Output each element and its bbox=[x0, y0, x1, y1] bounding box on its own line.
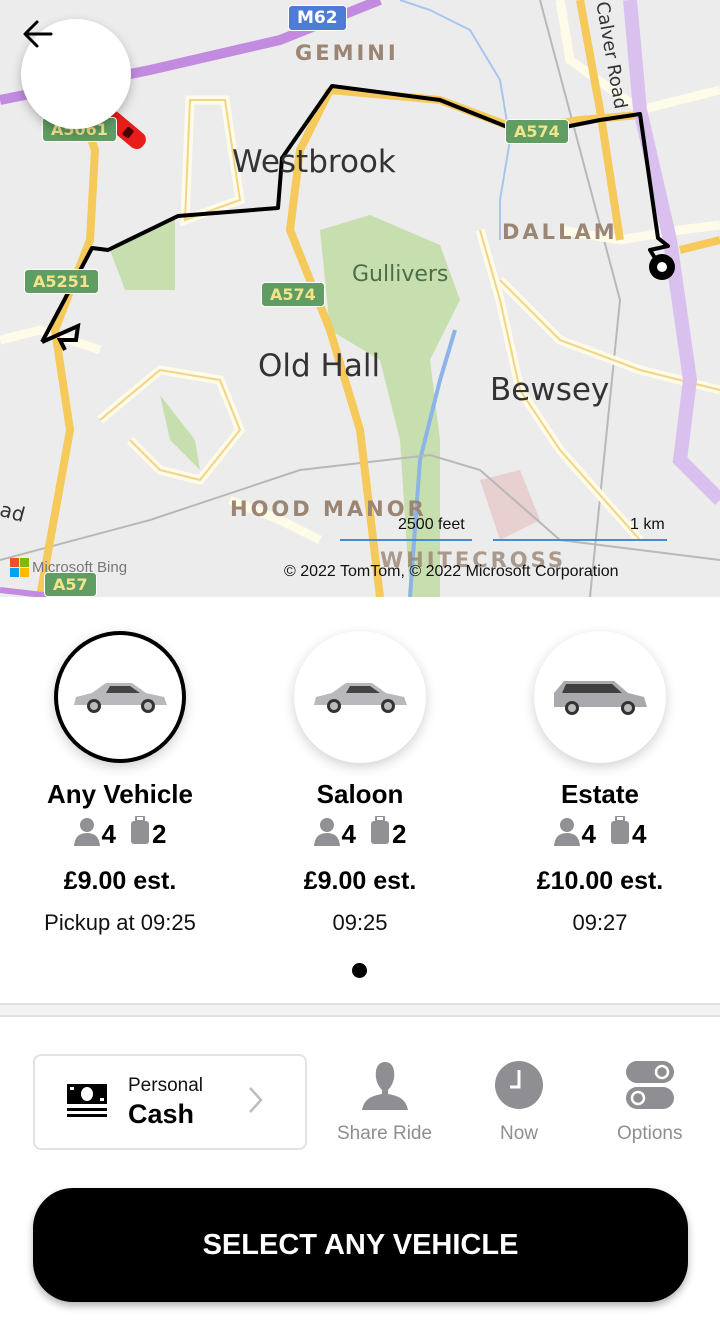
luggage-icon bbox=[610, 815, 630, 853]
person-icon bbox=[360, 1060, 410, 1115]
toggles-icon bbox=[625, 1060, 675, 1115]
vehicle-pickup-time: 09:27 bbox=[572, 910, 628, 935]
map-attribution: © 2022 TomTom, © 2022 Microsoft Corporat… bbox=[284, 563, 619, 580]
map-label: DALLAM bbox=[502, 220, 618, 244]
vehicle-price: £9.00 est. bbox=[303, 867, 417, 895]
vehicle-image-frame bbox=[294, 631, 426, 763]
options-label: Options bbox=[617, 1123, 683, 1144]
payment-text: Personal Cash bbox=[128, 1075, 203, 1130]
vehicle-name: Any Vehicle bbox=[47, 779, 193, 809]
park-area bbox=[110, 215, 175, 290]
clock-icon bbox=[494, 1060, 544, 1115]
motorway bbox=[623, 0, 720, 505]
vehicle-capacity: 4 2 bbox=[313, 815, 407, 853]
vehicle-pickup-time: 09:25 bbox=[332, 910, 388, 935]
scale-bar-imperial bbox=[340, 539, 472, 541]
vehicle-image-frame bbox=[534, 631, 666, 763]
map-label: Gullivers bbox=[352, 262, 449, 287]
map-label: Old Hall bbox=[258, 348, 381, 384]
passenger-count: 4 bbox=[101, 819, 116, 849]
bing-label: Microsoft Bing bbox=[32, 559, 128, 576]
microsoft-logo-icon bbox=[10, 558, 29, 577]
luggage-icon bbox=[370, 815, 390, 853]
map-label: Westbrook bbox=[232, 144, 396, 180]
payment-method-name: Cash bbox=[128, 1098, 195, 1129]
cash-icon bbox=[66, 1082, 108, 1123]
section-divider bbox=[0, 1003, 720, 1017]
park-area bbox=[160, 395, 200, 470]
luggage-icon bbox=[130, 815, 150, 853]
bing-logo: Microsoft Bing bbox=[10, 558, 127, 577]
scale-label-metric: 1 km bbox=[630, 516, 665, 533]
person-icon bbox=[553, 816, 580, 853]
payment-account-type: Personal bbox=[128, 1074, 203, 1096]
payment-method-button[interactable]: Personal Cash bbox=[33, 1054, 307, 1150]
chevron-right-icon bbox=[247, 1086, 263, 1119]
schedule-now-button[interactable]: Now bbox=[494, 1060, 544, 1145]
scale-label-imperial: 2500 feet bbox=[398, 516, 465, 533]
options-button[interactable]: Options bbox=[617, 1060, 682, 1145]
road-shield: A5251 bbox=[24, 269, 99, 294]
share-ride-label: Share Ride bbox=[337, 1123, 433, 1144]
road-shield: A574 bbox=[505, 119, 569, 144]
map-view[interactable]: M62 A5061 A574 A5251 A574 A57 GEMINI Wes… bbox=[0, 0, 720, 597]
passenger-count: 4 bbox=[581, 819, 596, 849]
person-icon bbox=[73, 816, 100, 853]
select-vehicle-button[interactable]: SELECT ANY VEHICLE bbox=[33, 1188, 688, 1302]
saloon-car-icon bbox=[74, 683, 167, 713]
road-shield: A574 bbox=[261, 282, 325, 307]
map-label: Bewsey bbox=[490, 372, 610, 408]
vehicle-image-frame bbox=[54, 631, 186, 763]
vehicle-carousel[interactable]: Any Vehicle 4 2 £9.00 est. Pickup at 09:… bbox=[0, 597, 720, 1003]
vehicle-price: £9.00 est. bbox=[63, 867, 177, 895]
vehicle-name: Estate bbox=[560, 779, 640, 809]
saloon-car-icon bbox=[314, 683, 407, 713]
urban-area bbox=[480, 470, 540, 540]
vehicle-option-saloon[interactable]: Saloon 4 2 £9.00 est. 09:25 bbox=[240, 631, 480, 936]
luggage-count: 4 bbox=[632, 819, 647, 849]
schedule-now-label: Now bbox=[499, 1123, 538, 1144]
share-ride-button[interactable]: Share Ride bbox=[337, 1060, 432, 1145]
vehicle-pickup-time: Pickup at 09:25 bbox=[44, 910, 196, 935]
luggage-count: 2 bbox=[152, 819, 167, 849]
luggage-count: 2 bbox=[392, 819, 407, 849]
road-shield: M62 bbox=[288, 5, 347, 31]
vehicle-option-any[interactable]: Any Vehicle 4 2 £9.00 est. Pickup at 09:… bbox=[0, 631, 240, 936]
passenger-count: 4 bbox=[341, 819, 356, 849]
vehicle-price: £10.00 est. bbox=[536, 867, 664, 895]
vehicle-capacity: 4 2 bbox=[73, 815, 167, 853]
map-label: GEMINI bbox=[295, 41, 399, 65]
vehicle-capacity: 4 4 bbox=[553, 815, 647, 853]
vehicle-name: Saloon bbox=[316, 779, 404, 809]
scale-bar-metric bbox=[493, 539, 667, 541]
person-icon bbox=[313, 816, 340, 853]
estate-car-icon bbox=[554, 681, 647, 715]
page-indicator-dot[interactable] bbox=[352, 963, 367, 978]
back-button[interactable] bbox=[21, 19, 131, 129]
vehicle-option-estate[interactable]: Estate 4 4 £10.00 est. 09:27 bbox=[480, 631, 720, 936]
